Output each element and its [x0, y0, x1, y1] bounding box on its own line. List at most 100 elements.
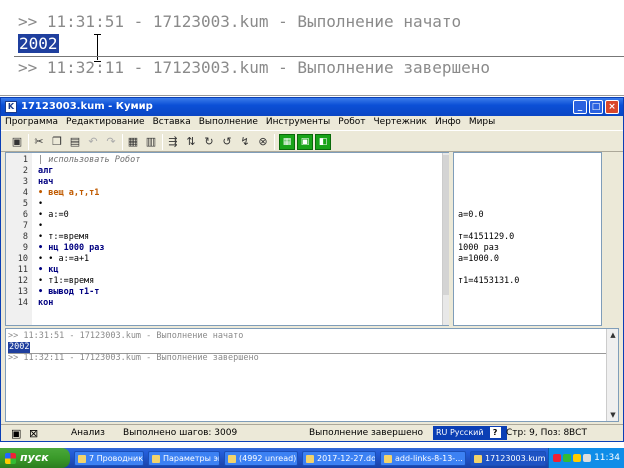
status-state: Выполнение завершено — [309, 428, 423, 438]
copy-icon[interactable]: ❐ — [49, 134, 65, 150]
tray-icon[interactable] — [583, 454, 591, 462]
insert-doc-icon[interactable]: ▦ — [125, 134, 141, 150]
code-editor[interactable]: 1 | использовать Робот 2 алг 3 нач 4 • вещ а… — [5, 152, 449, 326]
maximize-button[interactable]: □ — [589, 100, 603, 114]
code-line[interactable]: 8 • т:=время — [6, 232, 440, 243]
code-text: • т:=время — [38, 232, 90, 242]
paste-icon[interactable]: ▤ — [67, 134, 83, 150]
line-number: 4 — [22, 188, 28, 198]
step-icon[interactable]: ⇅ — [183, 134, 199, 150]
format-doc-icon[interactable]: ▥ — [143, 134, 159, 150]
console-selected-output[interactable]: 2002 — [8, 342, 31, 353]
zoom-selected-output[interactable]: 2002 — [18, 34, 59, 53]
status-steps: Выполнено шагов: 3009 — [123, 428, 238, 438]
taskbar-item-mail[interactable]: (4992 unread) ... — [224, 451, 298, 466]
line-number: 3 — [22, 177, 28, 187]
title-bar[interactable]: K 17123003.kum - Кумир _ □ × — [1, 98, 623, 116]
menu-info[interactable]: Инфо — [431, 116, 465, 128]
taskbar-item-links[interactable]: add-links-8-13-... — [380, 451, 466, 466]
taskbar-item-kumir[interactable]: 17123003.kum ... — [470, 451, 546, 466]
kumir-window: K 17123003.kum - Кумир _ □ × Программа Ре… — [0, 97, 624, 442]
code-line[interactable]: 6 • а:=0 — [6, 210, 440, 221]
code-line[interactable]: 12 • т1:=время — [6, 276, 440, 287]
grid-icon[interactable]: ▦ — [279, 134, 295, 150]
output-console[interactable]: >> 11:31:51 - 17123003.kum - Выполнение … — [5, 328, 619, 422]
app-icon: K — [5, 101, 17, 113]
line-number: 14 — [17, 298, 28, 308]
cross-box-icon[interactable]: ⊠ — [29, 427, 38, 440]
menu-tools[interactable]: Инструменты — [262, 116, 334, 128]
zoom-start-message: >> 11:31:51 - 17123003.kum - Выполнение … — [18, 12, 462, 31]
menu-worlds[interactable]: Миры — [465, 116, 499, 128]
zoomed-console: >> 11:31:51 - 17123003.kum - Выполнение … — [0, 0, 624, 96]
code-line[interactable]: 4 • вещ а,т,т1 — [6, 188, 440, 199]
code-line[interactable]: 2 алг — [6, 166, 440, 177]
language-bar[interactable]: RU Русский? — [433, 426, 507, 440]
taskbar-item-explorer[interactable]: 7 Проводник — [74, 451, 144, 466]
menu-drawer[interactable]: Чертежник — [370, 116, 431, 128]
menu-edit[interactable]: Редактирование — [62, 116, 149, 128]
code-line[interactable]: 5 • — [6, 199, 440, 210]
restart-icon[interactable]: ↯ — [237, 134, 253, 150]
toolbar-separator — [28, 134, 29, 150]
windows-logo-icon — [5, 453, 16, 464]
line-number: 8 — [22, 232, 28, 242]
taskbar: пуск 7 Проводник Параметры эк... (4992 u… — [0, 448, 624, 468]
line-number: 1 — [22, 155, 28, 165]
scrollbar-thumb[interactable] — [443, 155, 449, 295]
code-line[interactable]: 9 • нц 1000 раз — [6, 243, 440, 254]
minimize-button[interactable]: _ — [573, 100, 587, 114]
code-line[interactable]: 11 • кц — [6, 265, 440, 276]
console-start-message: >> 11:31:51 - 17123003.kum - Выполнение … — [8, 331, 244, 341]
cut-icon[interactable]: ✂ — [31, 134, 47, 150]
scroll-up-icon[interactable]: ▲ — [608, 330, 618, 340]
step-into-icon[interactable]: ↻ — [201, 134, 217, 150]
code-text: • кц — [38, 265, 59, 275]
run-icon[interactable]: ⇶ — [165, 134, 181, 150]
start-label: пуск — [20, 451, 49, 464]
line-number: 5 — [22, 199, 28, 209]
menu-program[interactable]: Программа — [1, 116, 62, 128]
toolbar-separator — [162, 134, 163, 150]
line-number: 7 — [22, 221, 28, 231]
code-text: | использовать Робот — [38, 155, 141, 165]
code-line[interactable]: 1 | использовать Робот — [6, 155, 440, 166]
toolbar: ▣ ✂ ❐ ▤ ↶ ↷ ▦ ▥ ⇶ ⇅ ↻ ↺ ↯ ⊗ ▦ ▣ ◧ — [1, 130, 623, 152]
close-button[interactable]: × — [605, 100, 619, 114]
system-tray: 11:34 — [548, 448, 624, 468]
menu-insert[interactable]: Вставка — [149, 116, 195, 128]
zoom-separator — [14, 56, 624, 57]
redo-icon[interactable]: ↷ — [103, 134, 119, 150]
code-line[interactable]: 3 нач — [6, 177, 440, 188]
margin-value: а=0.0 — [458, 210, 484, 220]
code-text: • • а:=а+1 — [38, 254, 90, 264]
undo-icon[interactable]: ↶ — [85, 134, 101, 150]
clock[interactable]: 11:34 — [594, 453, 620, 463]
console-scrollbar[interactable]: ▲ ▼ — [606, 329, 618, 421]
help-icon[interactable]: ? — [489, 427, 501, 438]
code-text: • нц 1000 раз — [38, 243, 105, 253]
code-text: • вещ а,т,т1 — [38, 188, 100, 198]
taskbar-item-settings[interactable]: Параметры эк... — [148, 451, 220, 466]
code-line[interactable]: 7 • — [6, 221, 440, 232]
start-button[interactable]: пуск — [0, 448, 70, 468]
step-out-icon[interactable]: ↺ — [219, 134, 235, 150]
code-line[interactable]: 13 • вывод т1-т — [6, 287, 440, 298]
code-line[interactable]: 14 кон — [6, 298, 440, 309]
taskbar-item-document[interactable]: 2017-12-27.do... — [302, 451, 376, 466]
disk-icon[interactable]: ▣ — [11, 427, 21, 440]
line-number: 6 — [22, 210, 28, 220]
drawer-window-icon[interactable]: ◧ — [315, 134, 331, 150]
tray-icon[interactable] — [573, 454, 581, 462]
tray-icon[interactable] — [563, 454, 571, 462]
stop-icon[interactable]: ⊗ — [255, 134, 271, 150]
menu-robot[interactable]: Робот — [334, 116, 369, 128]
code-line[interactable]: 10 • • а:=а+1 — [6, 254, 440, 265]
editor-scrollbar[interactable] — [442, 153, 449, 325]
tray-icon[interactable] — [553, 454, 561, 462]
menu-run[interactable]: Выполнение — [195, 116, 262, 128]
robot-window-icon[interactable]: ▣ — [297, 134, 313, 150]
zoom-end-message: >> 11:32:11 - 17123003.kum - Выполнение … — [18, 58, 491, 77]
scroll-down-icon[interactable]: ▼ — [608, 410, 618, 420]
save-icon[interactable]: ▣ — [9, 134, 25, 150]
